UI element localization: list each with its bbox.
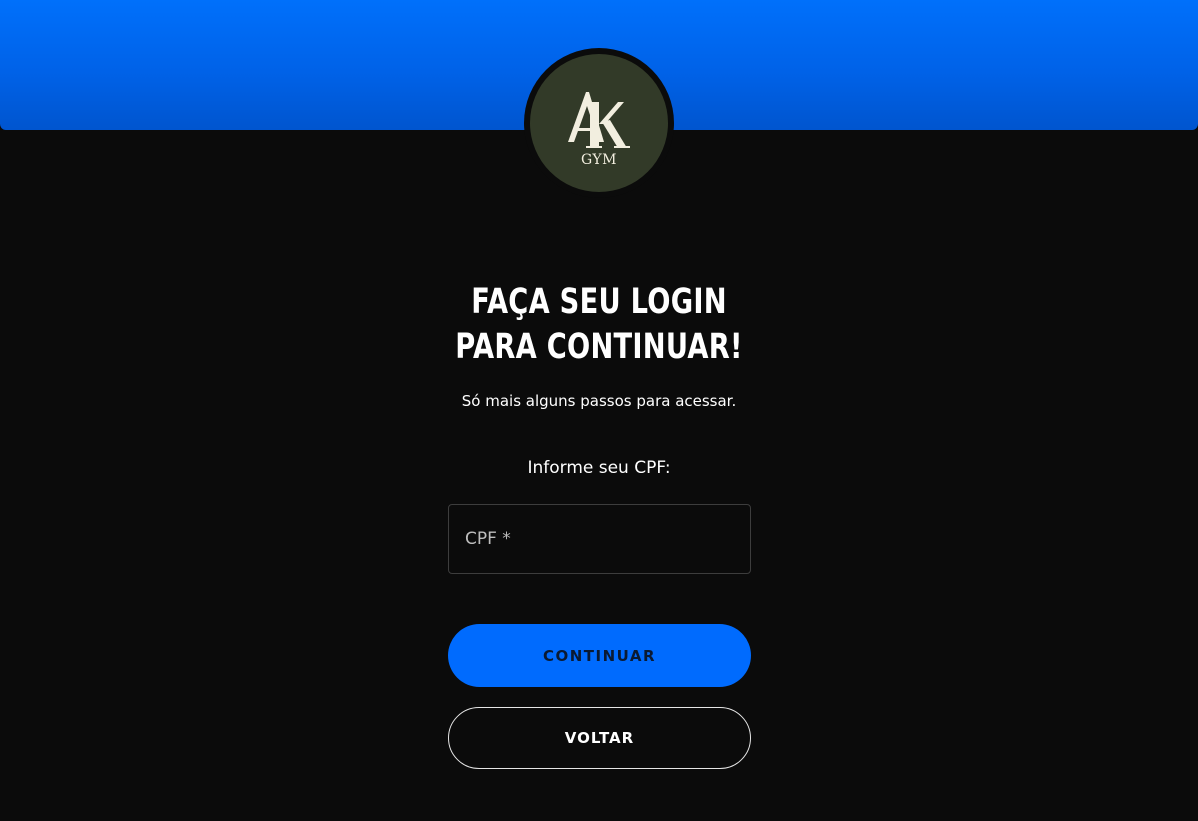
continue-button[interactable]: CONTINUAR bbox=[448, 624, 751, 687]
title-line-2: PARA CONTINUAR! bbox=[455, 327, 743, 367]
gym-logo: GYM bbox=[524, 48, 674, 198]
cpf-label: Informe seu CPF: bbox=[527, 458, 671, 478]
page-subtitle: Só mais alguns passos para acessar. bbox=[461, 392, 737, 410]
login-page: GYM FAÇA SEU LOGIN PARA CONTINUAR! Só ma… bbox=[0, 0, 1198, 821]
logo-subtitle: GYM bbox=[580, 152, 617, 168]
logo-monogram-icon bbox=[568, 92, 630, 148]
page-title: FAÇA SEU LOGIN PARA CONTINUAR! bbox=[443, 280, 755, 370]
back-button[interactable]: VOLTAR bbox=[448, 707, 751, 769]
title-line-1: FAÇA SEU LOGIN bbox=[471, 282, 727, 322]
logo-badge: GYM bbox=[530, 54, 668, 192]
cpf-field[interactable] bbox=[448, 504, 751, 574]
cpf-input[interactable] bbox=[449, 505, 750, 573]
